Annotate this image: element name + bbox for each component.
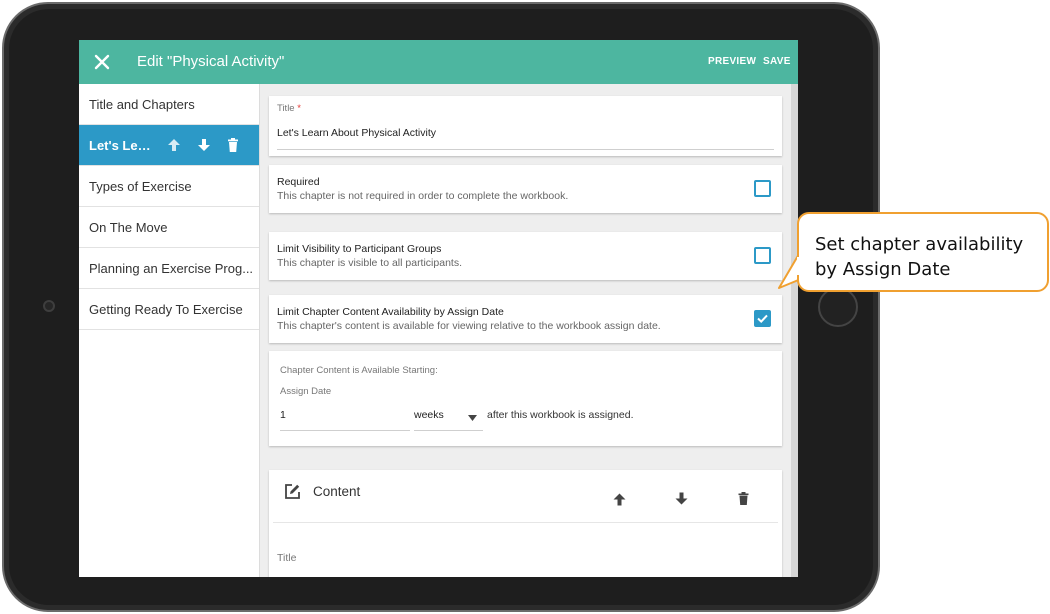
annotation-callout: Set chapter availability by Assign Date (797, 212, 1049, 292)
checkmark-icon (757, 314, 768, 324)
assign-amount-input[interactable]: 1 (280, 409, 286, 421)
content-title-label: Title (277, 552, 297, 564)
sidebar-item-label: On The Move (89, 219, 168, 235)
assign-suffix-text: after this workbook is assigned. (487, 409, 634, 421)
page-title: Edit "Physical Activity" (137, 53, 285, 70)
content-delete-icon[interactable] (738, 492, 749, 505)
save-button[interactable]: SAVE (763, 56, 791, 67)
input-underline (277, 149, 774, 150)
availability-checkbox[interactable] (754, 310, 771, 327)
sidebar-item-planning-exercise[interactable]: Planning an Exercise Prog... (79, 248, 259, 289)
availability-heading: Chapter Content is Available Starting: (280, 365, 438, 376)
top-app-bar: Edit "Physical Activity" PREVIEW SAVE (79, 40, 798, 84)
chapter-sidebar: Title and Chapters Let's Lea... Types of… (79, 84, 260, 577)
required-marker: * (297, 103, 301, 114)
assign-date-card: Chapter Content is Available Starting: A… (269, 351, 782, 446)
sidebar-item-label: Planning an Exercise Prog... (89, 260, 254, 276)
move-up-icon[interactable] (167, 138, 181, 152)
sidebar-item-label: Getting Ready To Exercise (89, 301, 243, 317)
content-section-title: Content (313, 484, 361, 499)
callout-line-1: Set chapter availability (815, 234, 1024, 255)
callout-pointer-fill (797, 257, 803, 275)
sidebar-item-lets-learn[interactable]: Let's Lea... (79, 125, 259, 166)
title-field-label: Title * (277, 103, 301, 114)
home-button[interactable] (818, 287, 858, 327)
sidebar-item-types-of-exercise[interactable]: Types of Exercise (79, 166, 259, 207)
sidebar-item-on-the-move[interactable]: On The Move (79, 207, 259, 248)
scrollbar[interactable] (791, 84, 798, 577)
content-move-up-icon[interactable] (613, 493, 626, 506)
sidebar-item-getting-ready[interactable]: Getting Ready To Exercise (79, 289, 259, 330)
required-option-card: Required This chapter is not required in… (269, 165, 782, 213)
availability-option-card: Limit Chapter Content Availability by As… (269, 295, 782, 343)
callout-line-2: by Assign Date (815, 259, 951, 280)
option-title: Limit Chapter Content Availability by As… (277, 306, 504, 318)
input-underline (280, 430, 410, 431)
app-screen: Edit "Physical Activity" PREVIEW SAVE Ti… (79, 40, 798, 577)
content-card: Content Title (269, 470, 782, 577)
sidebar-item-title-and-chapters[interactable]: Title and Chapters (79, 84, 259, 125)
edit-icon (285, 484, 300, 499)
option-title: Required (277, 176, 320, 188)
unit-select-value: weeks (414, 409, 444, 421)
option-description: This chapter is visible to all participa… (277, 257, 462, 269)
delete-icon[interactable] (227, 138, 239, 152)
content-divider (273, 522, 778, 523)
sidebar-item-label: Types of Exercise (89, 178, 192, 194)
move-down-icon[interactable] (197, 138, 211, 152)
callout-text: Set chapter availability by Assign Date (815, 232, 1023, 282)
close-icon[interactable] (91, 51, 113, 73)
visibility-checkbox[interactable] (754, 247, 771, 264)
camera-icon (43, 300, 55, 312)
sidebar-item-label: Title and Chapters (89, 96, 195, 112)
dropdown-arrow-icon (468, 415, 477, 421)
title-card: Title * Let's Learn About Physical Activ… (269, 96, 782, 156)
option-description: This chapter's content is available for … (277, 320, 661, 332)
assign-date-label: Assign Date (280, 386, 332, 397)
select-underline (414, 430, 483, 431)
option-title: Limit Visibility to Participant Groups (277, 243, 442, 255)
preview-button[interactable]: PREVIEW (708, 56, 756, 67)
chapter-editor: Title * Let's Learn About Physical Activ… (267, 84, 788, 577)
content-move-down-icon[interactable] (675, 492, 688, 505)
unit-select[interactable]: weeks (414, 407, 483, 431)
sidebar-item-label: Let's Lea... (89, 137, 155, 153)
chapter-tools (167, 138, 239, 152)
title-input[interactable]: Let's Learn About Physical Activity (277, 127, 436, 139)
visibility-option-card: Limit Visibility to Participant Groups T… (269, 232, 782, 280)
option-description: This chapter is not required in order to… (277, 190, 569, 202)
required-checkbox[interactable] (754, 180, 771, 197)
